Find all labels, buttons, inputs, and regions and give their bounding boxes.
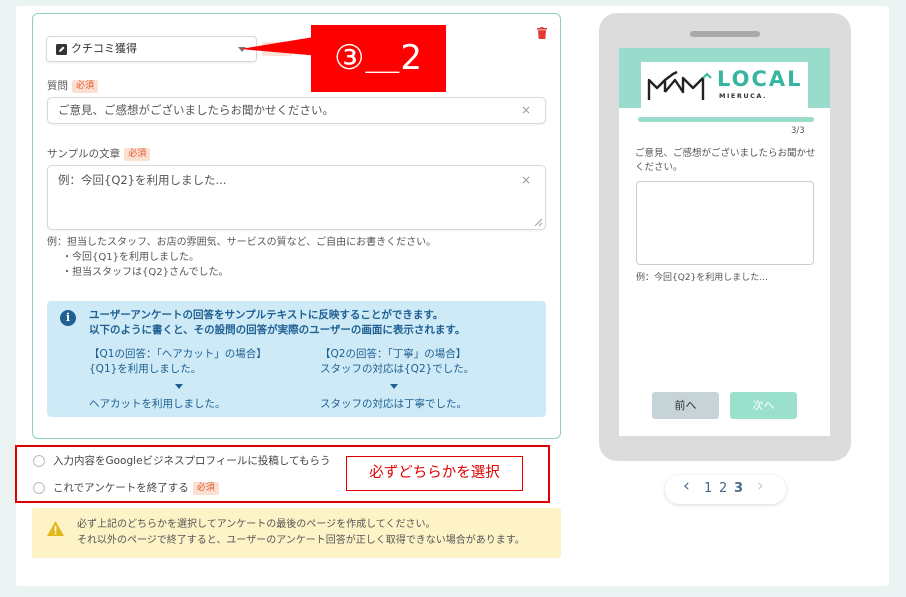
pagination: ‹ 1 2 3 › (665, 475, 786, 504)
required-badge: 必須 (192, 482, 219, 495)
question-label-row: 質問 必須 (47, 79, 99, 93)
progress-bar (638, 117, 814, 122)
sample-textarea[interactable]: 例：今回{Q2}を利用しました... × (47, 165, 546, 230)
info-heading: ユーザーアンケートの回答をサンプルテキストに反映することができます。 以下のよう… (89, 308, 465, 338)
hint-line-2: ・今回{Q1}を利用しました。 (62, 252, 199, 263)
hint-line-3: ・担当スタッフは{Q2}さんでした。 (62, 267, 229, 278)
example-left-template: {Q1}を利用しました。 (89, 363, 202, 375)
page-1[interactable]: 1 (704, 481, 712, 497)
question-type-value: クチコミ獲得 (71, 42, 137, 55)
preview-placeholder: 例：今回{Q2}を利用しました... (636, 273, 768, 283)
trash-icon[interactable] (537, 27, 547, 39)
preview-question: ご意見、ご感想がございましたらお聞かせください。 (635, 148, 816, 173)
arrow-down-icon (390, 384, 398, 389)
required-badge: 必須 (124, 148, 151, 161)
preview-textarea[interactable] (636, 181, 814, 265)
sample-label: サンプルの文章 (47, 148, 121, 160)
logo-mieruca-text: MIERUCA. (719, 92, 768, 100)
info-heading-line-2: 以下のように書くと、その設問の回答が実際のユーザーの画面に表示されます。 (89, 324, 466, 336)
phone-speaker (690, 31, 760, 37)
info-box: i ユーザーアンケートの回答をサンプルテキストに反映することができます。 以下の… (47, 301, 546, 417)
review-edit-icon (56, 44, 67, 55)
option-end-survey-label: これでアンケートを終了する (53, 482, 189, 494)
question-input-value: ご意見、ご感想がございましたらお聞かせください。 (58, 103, 334, 117)
example-left-result: ヘアカットを利用しました。 (89, 398, 226, 410)
info-heading-line-1: ユーザーアンケートの回答をサンプルテキストに反映することができます。 (89, 309, 444, 321)
option-post-google-label[interactable]: 入力内容をGoogleビジネスプロフィールに投稿してもらう (53, 454, 330, 468)
page-2[interactable]: 2 (719, 481, 727, 497)
example-right-title: 【Q2の回答：「丁寧」の場合】 (320, 348, 467, 360)
callout-pointer (240, 36, 320, 56)
arrow-down-icon (175, 384, 183, 389)
warning-box: 必ず上記のどちらかを選択してアンケートの最後のページを作成してください。 それ以… (32, 508, 561, 558)
mieruca-logo-icon (647, 70, 712, 100)
logo-local-text: LOCAL (717, 67, 803, 91)
question-input[interactable]: ご意見、ご感想がございましたらお聞かせください。 × (47, 97, 546, 124)
resize-handle-icon[interactable] (534, 218, 542, 226)
progress-step: 3/3 (791, 126, 805, 136)
question-label: 質問 (47, 80, 68, 92)
hint-line-1: 例：担当したスタッフ、お店の雰囲気、サービスの質など、ご自由にお書きください。 (47, 237, 437, 248)
example-right-template: スタッフの対応は{Q2}でした。 (320, 363, 475, 375)
info-icon: i (60, 310, 76, 326)
page-3[interactable]: 3 (734, 481, 743, 497)
chevron-left-icon[interactable]: ‹ (683, 478, 690, 495)
question-type-select[interactable]: クチコミ獲得 (46, 36, 257, 62)
warning-line-2: それ以外のページで終了すると、ユーザーのアンケート回答が正しく取得できない場合が… (77, 535, 525, 546)
select-one-note: 必ずどちらかを選択 (346, 456, 523, 491)
sample-textarea-value: 例：今回{Q2}を利用しました... (58, 173, 227, 187)
clear-icon[interactable]: × (521, 166, 531, 194)
example-left-title: 【Q1の回答：「ヘアカット」の場合】 (89, 348, 267, 360)
warning-line-1: 必ず上記のどちらかを選択してアンケートの最後のページを作成してください。 (77, 519, 436, 530)
option-end-survey-row[interactable]: これでアンケートを終了する 必須 (53, 481, 219, 495)
next-button[interactable]: 次へ (730, 392, 797, 419)
example-right-result: スタッフの対応は丁寧でした。 (320, 398, 467, 410)
step-callout: ③＿2 (311, 25, 446, 92)
warning-icon (47, 521, 64, 536)
radio-end-survey[interactable] (33, 482, 45, 494)
warning-text: 必ず上記のどちらかを選択してアンケートの最後のページを作成してください。 それ以… (77, 517, 525, 549)
clear-icon[interactable]: × (521, 98, 531, 123)
required-badge: 必須 (72, 80, 99, 93)
prev-button[interactable]: 前へ (652, 392, 719, 419)
chevron-right-icon[interactable]: › (757, 478, 764, 495)
radio-post-google[interactable] (33, 455, 45, 467)
sample-label-row: サンプルの文章 必須 (47, 147, 151, 161)
